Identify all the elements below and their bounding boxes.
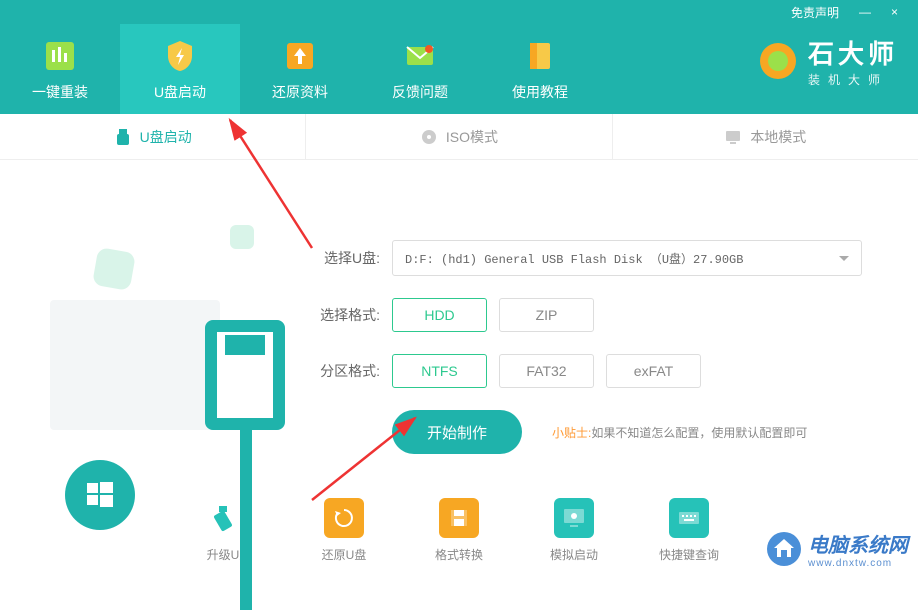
tip-body: 如果不知道怎么配置，使用默认配置即可 [591, 426, 807, 440]
bar-chart-icon [40, 36, 80, 76]
subtab-local-mode[interactable]: 本地模式 [612, 114, 918, 159]
usb-drive-dropdown[interactable]: D:F: (hd1) General USB Flash Disk （U盘）27… [392, 240, 862, 276]
partition-option-ntfs[interactable]: NTFS [392, 354, 487, 388]
usb-plug-inner [225, 335, 265, 355]
select-usb-label: 选择U盘: [310, 248, 380, 268]
tool-label: 格式转换 [435, 546, 483, 563]
nav-label: 使用教程 [512, 82, 568, 102]
house-icon [766, 531, 802, 567]
nav-feedback[interactable]: 反馈问题 [360, 24, 480, 114]
disc-icon [420, 128, 438, 146]
partition-option-exfat[interactable]: exFAT [606, 354, 701, 388]
decor-leaf-icon [92, 247, 136, 291]
tool-label: 还原U盘 [322, 546, 367, 563]
watermark: 电脑系统网 www.dnxtw.com [766, 529, 908, 569]
monitor-icon [724, 128, 742, 146]
restore-usb-icon [324, 498, 364, 538]
logo-icon [756, 39, 800, 83]
upload-box-icon [280, 36, 320, 76]
floppy-icon [439, 498, 479, 538]
nav-label: 反馈问题 [392, 82, 448, 102]
nav-label: U盘启动 [154, 82, 206, 102]
nav-label: 一键重装 [32, 82, 88, 102]
main-content: 选择U盘: D:F: (hd1) General USB Flash Disk … [0, 160, 918, 480]
app-logo: 石大师 装机大师 [756, 34, 898, 88]
tip-label: 小贴士: [552, 426, 591, 440]
tool-simulate-boot[interactable]: 模拟启动 [539, 498, 609, 563]
nav-restore-data[interactable]: 还原资料 [240, 24, 360, 114]
nav-usb-boot[interactable]: U盘启动 [120, 24, 240, 114]
envelope-icon [400, 36, 440, 76]
usb-icon [114, 128, 132, 146]
monitor-play-icon [554, 498, 594, 538]
monitor-graphic [50, 300, 220, 430]
tool-label: 模拟启动 [550, 546, 598, 563]
disclaimer-link[interactable]: 免责声明 [791, 4, 839, 21]
tool-format-convert[interactable]: 格式转换 [424, 498, 494, 563]
subtab-label: 本地模式 [750, 127, 806, 147]
partition-format-label: 分区格式: [310, 361, 380, 381]
format-option-zip[interactable]: ZIP [499, 298, 594, 332]
tool-upgrade-usb[interactable]: 升级U盘 [194, 498, 264, 563]
nav-one-key-reinstall[interactable]: 一键重装 [0, 24, 120, 114]
shield-bolt-icon [160, 36, 200, 76]
close-button[interactable]: × [891, 5, 898, 19]
watermark-url: www.dnxtw.com [808, 558, 908, 569]
nav-label: 还原资料 [272, 82, 328, 102]
windows-badge-icon [65, 460, 135, 530]
illustration [30, 190, 290, 470]
subtab-label: ISO模式 [446, 127, 498, 147]
format-option-hdd[interactable]: HDD [392, 298, 487, 332]
minimize-button[interactable]: — [859, 5, 871, 19]
watermark-title: 电脑系统网 [808, 529, 908, 558]
decor-leaf-icon [230, 225, 254, 249]
tool-hotkey-lookup[interactable]: 快捷键查询 [654, 498, 724, 563]
nav-tutorial[interactable]: 使用教程 [480, 24, 600, 114]
subtab-iso-mode[interactable]: ISO模式 [305, 114, 611, 159]
start-make-button[interactable]: 开始制作 [392, 410, 522, 454]
select-format-label: 选择格式: [310, 305, 380, 325]
keyboard-icon [669, 498, 709, 538]
main-nav: 一键重装 U盘启动 还原资料 反馈问题 使用教程 石大师 装机大师 [0, 24, 918, 114]
logo-title: 石大师 [808, 34, 898, 71]
usb-cable-graphic [240, 430, 252, 610]
subtab-label: U盘启动 [140, 127, 192, 147]
title-bar: 免责声明 — × [0, 0, 918, 24]
logo-subtitle: 装机大师 [808, 71, 898, 88]
form-panel: 选择U盘: D:F: (hd1) General USB Flash Disk … [290, 190, 878, 470]
tool-label: 快捷键查询 [659, 546, 719, 563]
tool-restore-usb[interactable]: 还原U盘 [309, 498, 379, 563]
partition-option-fat32[interactable]: FAT32 [499, 354, 594, 388]
tip-text-block: 小贴士:如果不知道怎么配置，使用默认配置即可 [552, 424, 807, 441]
sub-tabs: U盘启动 ISO模式 本地模式 [0, 114, 918, 160]
subtab-usb-boot[interactable]: U盘启动 [0, 114, 305, 159]
book-icon [520, 36, 560, 76]
